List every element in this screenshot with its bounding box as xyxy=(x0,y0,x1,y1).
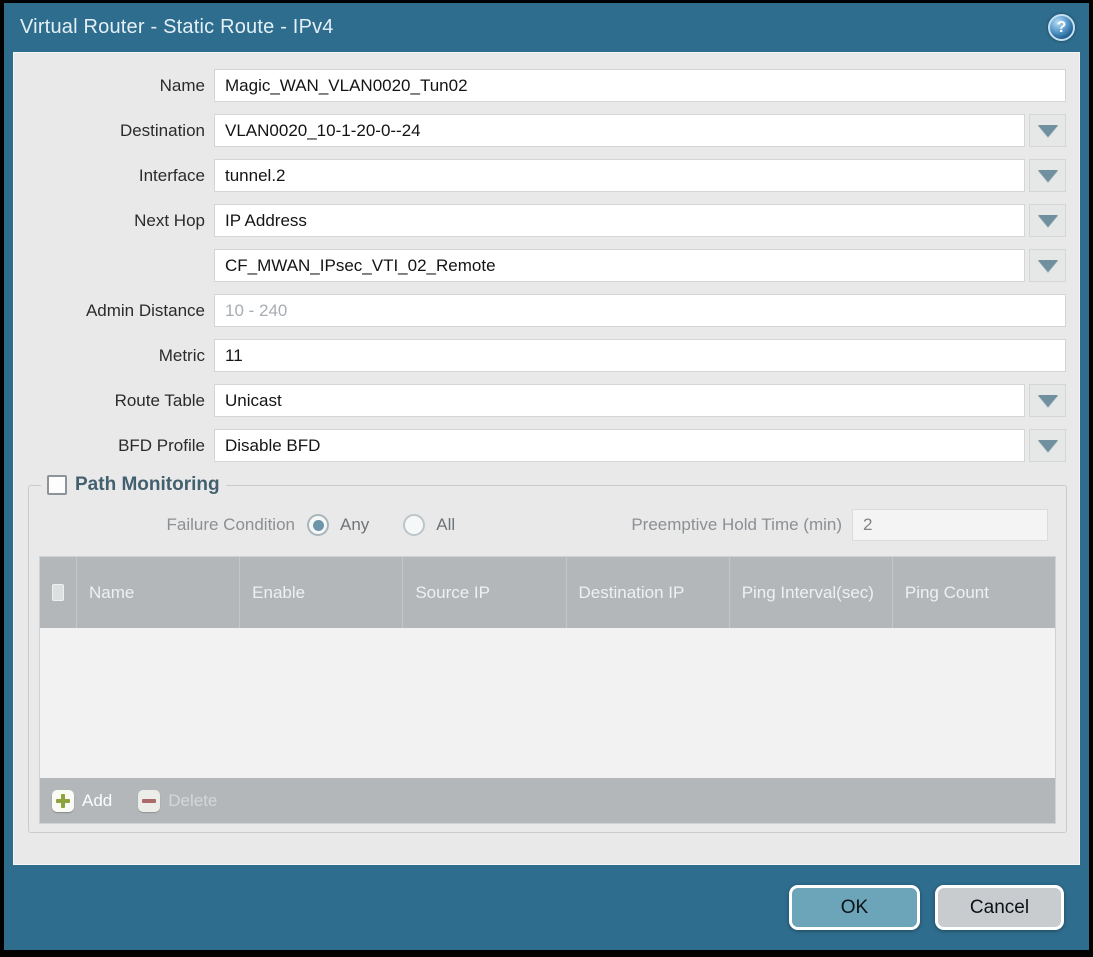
form-row-bfd-profile: BFD Profile xyxy=(14,429,1066,462)
column-header-enable[interactable]: Enable xyxy=(239,557,402,628)
column-header-ping-count[interactable]: Ping Count xyxy=(892,557,1055,628)
chevron-down-icon xyxy=(1038,260,1058,272)
destination-input[interactable] xyxy=(214,114,1025,147)
radio-any-label: Any xyxy=(340,515,369,535)
failure-condition-all-option[interactable]: All xyxy=(403,514,455,536)
radio-all-icon xyxy=(403,514,425,536)
radio-all-label: All xyxy=(436,515,455,535)
preemptive-hold-time-label: Preemptive Hold Time (min) xyxy=(631,515,852,535)
chevron-down-icon xyxy=(1038,215,1058,227)
radio-any-icon xyxy=(307,514,329,536)
bfd-profile-input[interactable] xyxy=(214,429,1025,462)
form-row-admin-distance: Admin Distance xyxy=(14,294,1066,327)
failure-condition-label: Failure Condition xyxy=(35,515,307,535)
dialog-titlebar: Virtual Router - Static Route - IPv4 ? xyxy=(4,3,1089,52)
help-icon[interactable]: ? xyxy=(1048,14,1075,41)
metric-input[interactable] xyxy=(214,339,1066,372)
route-table-dropdown-button[interactable] xyxy=(1029,384,1066,417)
help-icon-glyph: ? xyxy=(1057,19,1067,37)
form-row-next-hop-address xyxy=(14,249,1066,282)
next-hop-address-input[interactable] xyxy=(214,249,1025,282)
chevron-down-icon xyxy=(1038,170,1058,182)
failure-condition-row: Failure Condition Any All Preemptive Hol… xyxy=(35,508,1048,542)
next-hop-type-dropdown-button[interactable] xyxy=(1029,204,1066,237)
chevron-down-icon xyxy=(1038,125,1058,137)
select-all-checkbox[interactable] xyxy=(52,584,64,601)
form-row-interface: Interface xyxy=(14,159,1066,192)
next-hop-address-dropdown-button[interactable] xyxy=(1029,249,1066,282)
table-header-checkbox-cell xyxy=(40,557,76,628)
path-monitoring-legend: Path Monitoring xyxy=(41,474,226,496)
interface-input[interactable] xyxy=(214,159,1025,192)
dialog-title: Virtual Router - Static Route - IPv4 xyxy=(20,16,334,39)
table-header-row: Name Enable Source IP Destination IP Pin… xyxy=(40,557,1055,628)
interface-dropdown-button[interactable] xyxy=(1029,159,1066,192)
table-body-empty xyxy=(40,628,1055,778)
form-row-destination: Destination xyxy=(14,114,1066,147)
form-row-name: Name xyxy=(14,69,1066,102)
preemptive-hold-time-input[interactable] xyxy=(852,509,1048,541)
path-monitoring-table: Name Enable Source IP Destination IP Pin… xyxy=(39,556,1056,824)
delete-button-label: Delete xyxy=(168,791,217,811)
path-monitoring-checkbox[interactable] xyxy=(47,475,67,495)
destination-dropdown-button[interactable] xyxy=(1029,114,1066,147)
delete-minus-icon xyxy=(138,790,160,812)
delete-button[interactable]: Delete xyxy=(138,790,217,812)
admin-distance-label: Admin Distance xyxy=(14,301,214,321)
name-input[interactable] xyxy=(214,69,1066,102)
static-route-dialog: Virtual Router - Static Route - IPv4 ? N… xyxy=(4,3,1089,950)
dialog-footer: OK Cancel xyxy=(4,865,1089,950)
column-header-destination-ip[interactable]: Destination IP xyxy=(566,557,729,628)
next-hop-type-input[interactable] xyxy=(214,204,1025,237)
bfd-profile-dropdown-button[interactable] xyxy=(1029,429,1066,462)
admin-distance-input[interactable] xyxy=(214,294,1066,327)
chevron-down-icon xyxy=(1038,395,1058,407)
form-row-next-hop: Next Hop xyxy=(14,204,1066,237)
chevron-down-icon xyxy=(1038,440,1058,452)
dialog-content: Name Destination Interface Next Hop xyxy=(13,52,1080,865)
destination-label: Destination xyxy=(14,121,214,141)
path-monitoring-title: Path Monitoring xyxy=(75,474,220,496)
column-header-name[interactable]: Name xyxy=(76,557,239,628)
table-toolbar: Add Delete xyxy=(40,778,1055,823)
route-table-input[interactable] xyxy=(214,384,1025,417)
route-table-label: Route Table xyxy=(14,391,214,411)
failure-condition-radio-group: Any All xyxy=(307,514,455,536)
column-header-ping-interval[interactable]: Ping Interval(sec) xyxy=(729,557,892,628)
path-monitoring-section: Path Monitoring Failure Condition Any Al… xyxy=(28,474,1067,833)
add-button-label: Add xyxy=(82,791,112,811)
interface-label: Interface xyxy=(14,166,214,186)
failure-condition-any-option[interactable]: Any xyxy=(307,514,369,536)
next-hop-label: Next Hop xyxy=(14,211,214,231)
form-row-metric: Metric xyxy=(14,339,1066,372)
column-header-source-ip[interactable]: Source IP xyxy=(402,557,565,628)
cancel-button[interactable]: Cancel xyxy=(935,885,1064,930)
add-plus-icon xyxy=(52,790,74,812)
add-button[interactable]: Add xyxy=(52,790,112,812)
bfd-profile-label: BFD Profile xyxy=(14,436,214,456)
metric-label: Metric xyxy=(14,346,214,366)
name-label: Name xyxy=(14,76,214,96)
form-row-route-table: Route Table xyxy=(14,384,1066,417)
ok-button[interactable]: OK xyxy=(789,885,920,930)
